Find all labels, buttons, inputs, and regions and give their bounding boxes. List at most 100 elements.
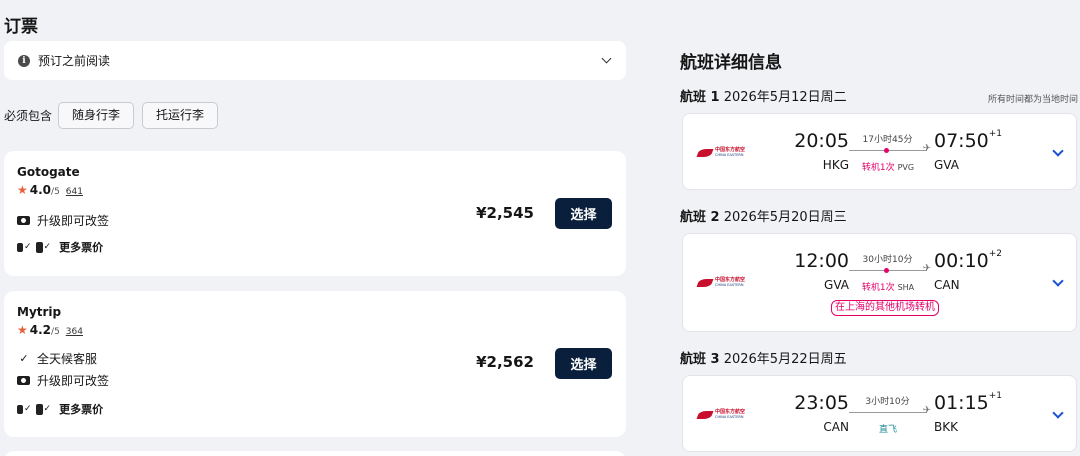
departure-time: 12:00 — [794, 250, 849, 272]
flight-card-3[interactable]: 中国东方航空 CHINA EASTERN 23:05 3小时10分 ✈ 01:1… — [682, 375, 1077, 452]
departure-airport: CAN — [823, 420, 849, 434]
segment-date: 2026年5月12日周二 — [723, 90, 847, 105]
checked-bag-filter-chip[interactable]: 托运行李 — [142, 102, 219, 129]
booking-panel: 订票 i 预订之前阅读 必须包含 随身行李 托运行李 Gotogate ★ 4.… — [0, 0, 640, 456]
departure-airport: GVA — [824, 278, 849, 292]
stops-info: 转机1次 SHA — [861, 283, 915, 293]
agent-rating: ★ 4.0 /5 641 — [17, 183, 83, 197]
segment-date: 2026年5月22日周五 — [723, 352, 847, 367]
flight-card-2[interactable]: 中国东方航空 CHINA EASTERN 12:00 30小时10分 ✈ 00:… — [682, 233, 1077, 332]
feature-label: 升级即可改签 — [37, 374, 110, 388]
phone-icon — [17, 376, 30, 385]
flight-card-1[interactable]: 中国东方航空 CHINA EASTERN 20:05 17小时45分 ✈ 07:… — [682, 113, 1077, 190]
airline-wordmark: 中国东方航空 CHINA EASTERN — [715, 410, 745, 420]
page-title: 订票 — [4, 17, 38, 37]
arrival-airport: GVA — [934, 158, 959, 172]
route-line: ✈ — [849, 263, 931, 274]
stop-dot — [884, 148, 889, 153]
check-icon: ✓ — [19, 352, 29, 365]
feature-label: 升级即可改签 — [37, 214, 110, 228]
rating-value: 4.2 — [29, 323, 52, 337]
airline-logo: 中国东方航空 CHINA EASTERN — [696, 278, 745, 288]
agent-rating: ★ 4.2 /5 364 — [17, 323, 83, 337]
airline-wordmark: 中国东方航空 CHINA EASTERN — [715, 148, 745, 158]
carry-on-bag-icon — [17, 404, 23, 414]
check-icon: ✓ — [43, 242, 52, 252]
local-time-note: 所有时间都为当地时间 — [987, 95, 1078, 105]
stop-dot — [884, 268, 889, 273]
plane-icon: ✈ — [922, 143, 931, 154]
arrival-airport: CAN — [934, 278, 960, 292]
arrival-airport: BKK — [934, 420, 958, 434]
offer-price: ¥2,562 — [476, 353, 534, 371]
chevron-down-icon[interactable] — [1052, 407, 1064, 419]
plane-icon: ✈ — [922, 405, 931, 416]
more-fares-link[interactable]: 更多票价 — [59, 239, 103, 255]
plane-icon: ✈ — [922, 263, 931, 274]
star-icon: ★ — [17, 183, 28, 197]
details-title: 航班详细信息 — [680, 53, 782, 73]
route-line: ✈ — [849, 405, 931, 416]
chevron-down-icon — [601, 53, 612, 64]
airline-swoosh — [696, 410, 714, 419]
must-include-filter: 必须包含 随身行李 托运行李 — [4, 102, 226, 129]
agent-name: Mytrip — [17, 305, 62, 319]
chevron-down-icon[interactable] — [1052, 275, 1064, 287]
check-icon: ✓ — [43, 404, 52, 414]
checked-bag-icon — [35, 241, 43, 253]
airline-swoosh — [696, 148, 714, 157]
segment-header: 航班 3 2026年5月22日周五 — [680, 348, 847, 367]
offer-card-gotogate: Gotogate ★ 4.0 /5 641 升级即可改签 ✓ ✓ 更多票价 ¥2… — [4, 151, 626, 276]
arrival-time: 07:50+1 — [934, 129, 1003, 152]
info-icon: i — [18, 54, 30, 67]
select-button[interactable]: 选择 — [555, 348, 612, 379]
segment-label: 航班 1 — [680, 90, 720, 105]
feature-label: 全天候客服 — [37, 352, 98, 366]
airline-wordmark: 中国东方航空 CHINA EASTERN — [715, 278, 745, 288]
stops-info: 转机1次 PVG — [861, 163, 915, 173]
feature-rebooking: 升级即可改签 — [17, 212, 109, 229]
airline-name-en: CHINA EASTERN — [715, 415, 744, 419]
arrival-time: 00:10+2 — [934, 249, 1003, 272]
arrival-time: 01:15+1 — [934, 391, 1003, 414]
read-before-booking-toggle[interactable]: i 预订之前阅读 — [4, 41, 626, 80]
baggage-summary: ✓ ✓ 更多票价 — [17, 401, 103, 417]
flight-duration: 17小时45分 — [862, 135, 913, 145]
review-count-link[interactable]: 364 — [66, 327, 83, 337]
airline-logo: 中国东方航空 CHINA EASTERN — [696, 410, 745, 420]
feature-support: ✓ 全天候客服 — [17, 350, 97, 367]
stops-info: 直飞 — [878, 425, 897, 435]
segment-header: 航班 2 2026年5月20日周三 — [680, 206, 847, 225]
carry-on-filter-chip[interactable]: 随身行李 — [58, 102, 135, 129]
rating-value: 4.0 — [29, 183, 52, 197]
check-icon: ✓ — [24, 242, 32, 252]
departure-airport: HKG — [822, 158, 849, 172]
day-offset: +2 — [988, 249, 1003, 259]
offer-card-mytrip: Mytrip ★ 4.2 /5 364 ✓ 全天候客服 升级即可改签 ✓ ✓ 更… — [4, 291, 626, 437]
baggage-summary: ✓ ✓ 更多票价 — [17, 239, 103, 255]
more-fares-link[interactable]: 更多票价 — [59, 401, 103, 417]
departure-time: 23:05 — [794, 392, 849, 414]
feature-rebooking: 升级即可改签 — [17, 372, 109, 389]
airline-swoosh — [696, 278, 714, 287]
review-count-link[interactable]: 641 — [66, 187, 83, 197]
departure-time: 20:05 — [794, 130, 849, 152]
airport-change-alert: 在上海的其他机场转机 — [831, 300, 939, 316]
via-airport: PVG — [897, 163, 915, 172]
carry-on-bag-icon — [17, 242, 23, 252]
airline-name-en: CHINA EASTERN — [715, 283, 744, 287]
segment-date: 2026年5月20日周三 — [723, 210, 847, 225]
rating-max: /5 — [51, 327, 60, 337]
flight-duration: 3小时10分 — [865, 397, 910, 407]
segment-header: 航班 1 2026年5月12日周二 — [680, 86, 847, 105]
select-button[interactable]: 选择 — [555, 198, 612, 229]
agent-name: Gotogate — [17, 165, 80, 179]
day-offset: +1 — [988, 129, 1003, 139]
checked-bag-icon — [35, 403, 43, 415]
flight-details-panel: 航班详细信息 航班 1 2026年5月12日周二 所有时间都为当地时间 中国东方… — [680, 0, 1080, 456]
via-airport: SHA — [897, 283, 915, 292]
notice-label: 预订之前阅读 — [38, 54, 111, 68]
chevron-down-icon[interactable] — [1052, 145, 1064, 157]
offer-card-partial — [4, 451, 626, 456]
offer-price: ¥2,545 — [476, 204, 534, 222]
